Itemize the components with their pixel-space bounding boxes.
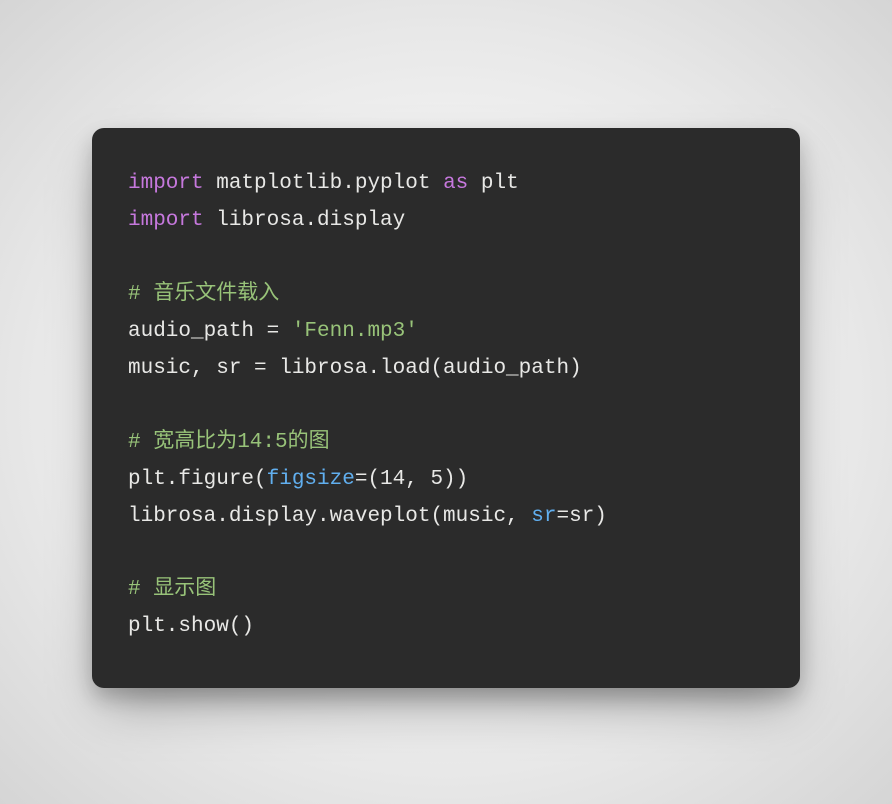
code-token: =(14, 5)) (355, 468, 468, 491)
code-token: librosa.display.waveplot(music, (128, 505, 531, 528)
code-line: music, sr = librosa.load(audio_path) (128, 357, 582, 380)
code-token: import (128, 209, 204, 232)
code-line: # 音乐文件载入 (128, 283, 279, 306)
code-line: plt.show() (128, 615, 254, 638)
code-token: sr (531, 505, 556, 528)
code-token: # 音乐文件载入 (128, 283, 279, 306)
code-line: # 宽高比为14:5的图 (128, 431, 330, 454)
code-line: import librosa.display (128, 209, 405, 232)
code-token: plt (468, 172, 518, 195)
code-token: # 显示图 (128, 578, 216, 601)
code-line: plt.figure(figsize=(14, 5)) (128, 468, 468, 491)
code-token: import (128, 172, 204, 195)
code-token: 'Fenn.mp3' (292, 320, 418, 343)
code-line: librosa.display.waveplot(music, sr=sr) (128, 505, 607, 528)
code-token: =sr) (556, 505, 606, 528)
code-token: audio_path = (128, 320, 292, 343)
code-token: plt.show() (128, 615, 254, 638)
code-token: figsize (267, 468, 355, 491)
code-token: matplotlib.pyplot (204, 172, 443, 195)
code-line: audio_path = 'Fenn.mp3' (128, 320, 418, 343)
code-token: plt.figure( (128, 468, 267, 491)
code-line: import matplotlib.pyplot as plt (128, 172, 519, 195)
code-token: # 宽高比为14:5的图 (128, 431, 330, 454)
code-card: import matplotlib.pyplot as plt import l… (92, 128, 800, 688)
code-token: music, sr = librosa.load(audio_path) (128, 357, 582, 380)
code-line: # 显示图 (128, 578, 216, 601)
code-token: librosa.display (204, 209, 406, 232)
code-block: import matplotlib.pyplot as plt import l… (128, 166, 764, 646)
code-token: as (443, 172, 468, 195)
